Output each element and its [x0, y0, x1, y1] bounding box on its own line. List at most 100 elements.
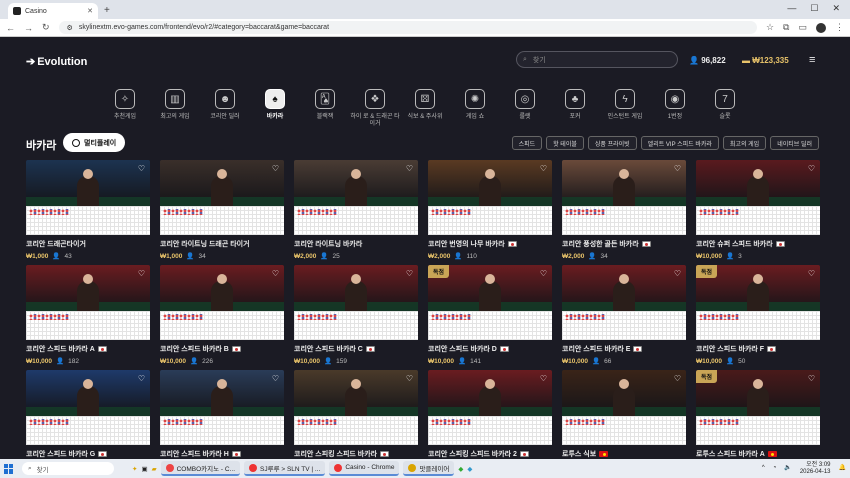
game-card[interactable]: 독점 ♡ 코리안 스피드 바카라 F ₩10,000 👤 50	[696, 265, 820, 365]
favorite-heart-icon[interactable]: ♡	[138, 164, 145, 173]
game-thumbnail[interactable]: ♡	[562, 160, 686, 206]
forward-icon[interactable]: →	[24, 23, 33, 33]
site-info-icon[interactable]: ⚙	[67, 24, 73, 32]
app-icon-green[interactable]: ◆	[458, 465, 463, 473]
game-thumbnail[interactable]: ♡	[160, 265, 284, 311]
favorite-heart-icon[interactable]: ♡	[808, 164, 815, 173]
favorite-heart-icon[interactable]: ♡	[272, 164, 279, 173]
favorite-heart-icon[interactable]: ♡	[674, 164, 681, 173]
network-icon[interactable]: ◔	[773, 465, 777, 472]
game-thumbnail[interactable]: ♡	[294, 265, 418, 311]
favorite-heart-icon[interactable]: ♡	[540, 164, 547, 173]
game-card[interactable]: ♡코리안 스피드 바카라 G₩10,000👤40	[26, 370, 150, 470]
game-card[interactable]: ♡ 코리안 풍성한 골든 바카라 ₩2,000 👤 34	[562, 160, 686, 260]
game-thumbnail[interactable]: ♡	[160, 370, 284, 416]
game-card[interactable]: 독점 ♡ 코리안 스피드 바카라 D ₩10,000 👤 141	[428, 265, 552, 365]
maximize-icon[interactable]: ☐	[810, 3, 818, 14]
category-cards[interactable]: 🂡 블랙잭	[300, 89, 350, 128]
category-slot[interactable]: 7 슬롯	[700, 89, 750, 128]
game-card[interactable]: ♡ 코리안 라이트닝 드래곤 타이거 ₩1,000 👤 34	[160, 160, 284, 260]
game-thumbnail[interactable]: ♡	[160, 160, 284, 206]
back-icon[interactable]: ←	[6, 23, 15, 33]
clock[interactable]: 오전 3:09 2026-04-13	[800, 462, 831, 476]
game-card[interactable]: ♡ 코리안 슈퍼 스피드 바카라 ₩10,000 👤 3	[696, 160, 820, 260]
favorite-heart-icon[interactable]: ♡	[138, 269, 145, 278]
multiplay-button[interactable]: 멀티플레이	[63, 133, 126, 152]
game-thumbnail[interactable]: ♡	[26, 370, 150, 416]
browser-tab[interactable]: Casino ✕	[8, 3, 98, 19]
game-thumbnail[interactable]: ♡	[294, 160, 418, 206]
category-bolt[interactable]: ϟ 인스턴트 게임	[600, 89, 650, 128]
bookmark-star-icon[interactable]: ☆	[766, 22, 774, 33]
game-thumbnail[interactable]: ♡	[696, 160, 820, 206]
game-card[interactable]: 독점♡로투스 스피드 바카라 A₩10,000👤32	[696, 370, 820, 470]
browser-menu-icon[interactable]: ⋮	[835, 22, 844, 33]
game-thumbnail[interactable]: ♡	[26, 265, 150, 311]
filter-button[interactable]: 핫 테이블	[546, 136, 584, 150]
filter-button[interactable]: 엘리트 VIP 스피드 바카라	[640, 136, 719, 150]
close-tab-icon[interactable]: ✕	[87, 7, 93, 15]
windows-start-icon[interactable]	[4, 463, 14, 474]
category-dragon[interactable]: ❖ 하이 로 & 드래곤 타이거	[350, 89, 400, 128]
volume-icon[interactable]: 🔈	[784, 465, 791, 472]
game-thumbnail[interactable]: ♡	[562, 265, 686, 311]
game-card[interactable]: ♡코리안 스피킹 스피드 바카라₩10,000👤30	[294, 370, 418, 470]
category-dice[interactable]: ⚄ 식보 & 주사위	[400, 89, 450, 128]
taskbar-app[interactable]: SJ루루 > SLN TV | ...	[244, 461, 326, 476]
favorite-heart-icon[interactable]: ♡	[540, 374, 547, 383]
game-thumbnail[interactable]: 독점 ♡	[696, 370, 820, 416]
game-card[interactable]: ♡코리안 스피킹 스피드 바카라 2₩10,000👤48	[428, 370, 552, 470]
category-dealer[interactable]: ☻ 코리안 딜러	[200, 89, 250, 128]
game-thumbnail[interactable]: 독점 ♡	[428, 265, 552, 311]
game-thumbnail[interactable]: ♡	[428, 160, 552, 206]
sidepanel-icon[interactable]: ▭	[798, 22, 807, 33]
category-gameshow[interactable]: ✺ 게임 쇼	[450, 89, 500, 128]
minimize-icon[interactable]: —	[787, 3, 796, 14]
favorite-heart-icon[interactable]: ♡	[540, 269, 547, 278]
app-icon-blue[interactable]: ◆	[467, 465, 472, 473]
category-sparkle[interactable]: ✧ 추천게임	[100, 89, 150, 128]
game-card[interactable]: ♡ 코리안 스피드 바카라 E ₩10,000 👤 66	[562, 265, 686, 365]
filter-button[interactable]: 네이티브 딜러	[770, 136, 819, 150]
game-thumbnail[interactable]: ♡	[428, 370, 552, 416]
taskbar-app[interactable]: 맛클레이어	[403, 461, 455, 476]
notification-icon[interactable]: 🔔	[839, 465, 846, 472]
new-tab-icon[interactable]: +	[104, 5, 110, 16]
category-roulette[interactable]: ◎ 룰렛	[500, 89, 550, 128]
evolution-logo[interactable]: ➔ Evolution	[26, 55, 87, 69]
reload-icon[interactable]: ↻	[42, 22, 50, 33]
game-thumbnail[interactable]: ♡	[294, 370, 418, 416]
game-card[interactable]: ♡ 코리안 스피드 바카라 B ₩10,000 👤 226	[160, 265, 284, 365]
game-card[interactable]: ♡ 코리안 스피드 바카라 C ₩10,000 👤 159	[294, 265, 418, 365]
favorite-heart-icon[interactable]: ♡	[674, 374, 681, 383]
favorite-heart-icon[interactable]: ♡	[138, 374, 145, 383]
favorite-heart-icon[interactable]: ♡	[272, 269, 279, 278]
filter-button[interactable]: 싱품 프라이빗	[587, 136, 637, 150]
taskbar-search[interactable]: ⌕ 찾기	[22, 462, 114, 475]
category-podium[interactable]: ▥ 최고의 게임	[150, 89, 200, 128]
task-view-icon[interactable]: ▣	[141, 465, 147, 473]
search-input[interactable]: ⌕ 찾기	[516, 51, 678, 68]
category-baccarat[interactable]: ♠ 바카라	[250, 89, 300, 128]
close-window-icon[interactable]: ✕	[832, 3, 840, 14]
favorite-heart-icon[interactable]: ♡	[406, 374, 413, 383]
profile-avatar[interactable]	[816, 22, 826, 33]
filter-button[interactable]: 스피드	[511, 136, 543, 150]
tray-chevron-icon[interactable]: ^	[762, 465, 765, 472]
extensions-icon[interactable]: ⧉	[783, 22, 789, 33]
game-card[interactable]: ♡ 코리안 드래곤타이거 ₩1,000 👤 43	[26, 160, 150, 260]
taskbar-app[interactable]: COMBO카지노 - C...	[160, 461, 240, 476]
game-card[interactable]: ♡ 코리안 번영의 나무 바카라 ₩2,000 👤 110	[428, 160, 552, 260]
hamburger-menu-icon[interactable]: ≡	[809, 54, 815, 66]
filter-button[interactable]: 최고의 게임	[722, 136, 767, 150]
game-thumbnail[interactable]: ♡	[26, 160, 150, 206]
game-thumbnail[interactable]: 독점 ♡	[696, 265, 820, 311]
game-thumbnail[interactable]: ♡	[562, 370, 686, 416]
favorite-heart-icon[interactable]: ♡	[674, 269, 681, 278]
file-explorer-icon[interactable]: ▰	[152, 465, 157, 473]
favorite-heart-icon[interactable]: ♡	[406, 269, 413, 278]
favorite-heart-icon[interactable]: ♡	[272, 374, 279, 383]
favorite-heart-icon[interactable]: ♡	[808, 374, 815, 383]
favorite-heart-icon[interactable]: ♡	[406, 164, 413, 173]
url-field[interactable]: ⚙ skylinextm.evo-games.com/frontend/evo/…	[58, 21, 757, 34]
